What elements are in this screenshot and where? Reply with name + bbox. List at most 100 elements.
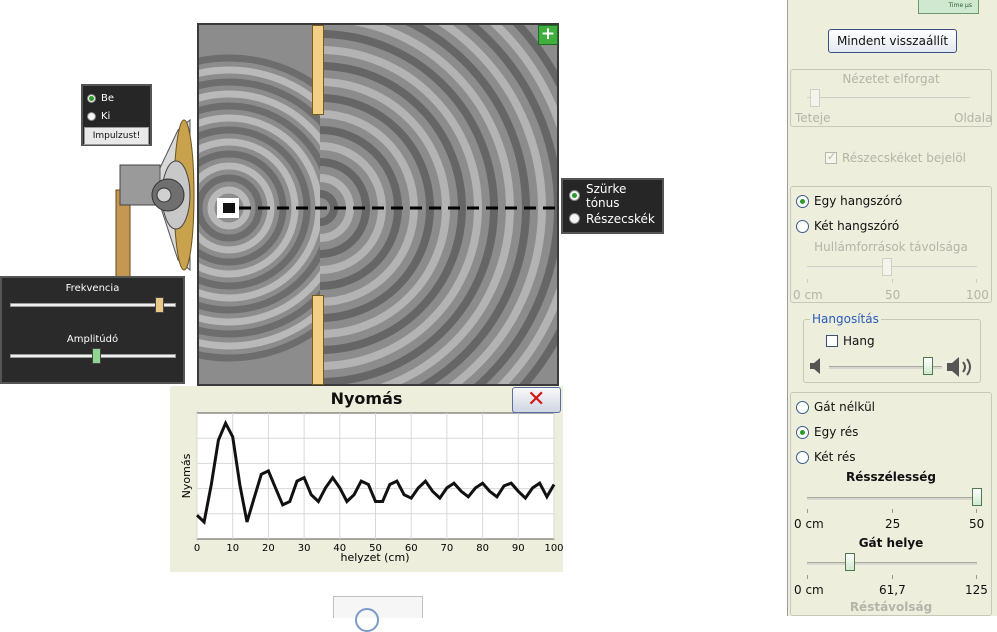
source-on-option[interactable]: Be: [83, 89, 150, 107]
two-speakers-option[interactable]: Két hangszóró: [796, 219, 899, 233]
view-grayscale-option[interactable]: Szürke tónus: [563, 181, 662, 210]
pressure-chart: 0 10 20 30 40 50 60 70 80 90 100 helyzet (cm) Nyom…: [180, 412, 563, 564]
no-barrier-option[interactable]: Gát nélkül: [796, 400, 875, 414]
rotate-max-label: Oldala: [954, 111, 993, 125]
no-barrier-label: Gát nélkül: [814, 400, 876, 414]
pulse-button[interactable]: Impulzust!: [84, 127, 149, 145]
chart-x-tick-label: 70: [441, 543, 454, 554]
clock-icon[interactable]: Time µs: [918, 0, 979, 14]
slit-separation-title: Réstávolság: [849, 600, 933, 614]
barrier-position-track[interactable]: [807, 562, 977, 565]
two-slits-option[interactable]: Két rés: [796, 450, 855, 464]
frequency-slider-track[interactable]: [10, 303, 176, 307]
view-mode-panel: Szürke tónus Részecskék: [561, 178, 664, 234]
slit-width-tick-mid: 25: [885, 517, 901, 531]
distance-tick-max: 100: [966, 288, 989, 302]
chart-x-tick-label: 100: [544, 543, 563, 554]
two-slits-label: Két rés: [814, 450, 856, 464]
source-off-option[interactable]: Ki: [83, 107, 150, 125]
tick: [976, 509, 977, 513]
position-tick-max: 125: [965, 583, 988, 597]
tick: [807, 575, 808, 579]
mark-particles-label: Részecskéket bejelöl: [842, 151, 967, 165]
frequency-slider-thumb[interactable]: [154, 297, 164, 313]
two-speakers-label: Két hangszóró: [814, 219, 900, 233]
barrier-bottom[interactable]: [312, 295, 324, 385]
speaker-loud-icon: [947, 357, 971, 377]
sound-checkbox-label: Hang: [843, 334, 875, 348]
rotate-view-title: Nézetet elforgat: [842, 72, 940, 86]
wave-field[interactable]: [197, 23, 559, 386]
chart-x-axis-label: helyzet (cm): [340, 551, 409, 564]
barrier-top[interactable]: [312, 25, 324, 115]
speaker-mute-icon: [810, 358, 820, 374]
chart-x-tick-label: 80: [476, 543, 489, 554]
source-distance-track: [807, 266, 977, 269]
radio-on-icon[interactable]: [87, 93, 96, 103]
chart-x-tick-label: 90: [512, 543, 525, 554]
close-x-icon: ✕: [527, 387, 546, 412]
tick: [892, 575, 893, 579]
slit-width-title: Résszélesség: [845, 470, 937, 484]
radio-particles-icon[interactable]: [569, 213, 580, 224]
radio-off-icon[interactable]: [87, 111, 96, 121]
wave-pattern: [199, 25, 557, 384]
source-on-label: Be: [101, 92, 115, 104]
chart-x-tick-label: 20: [262, 543, 275, 554]
radio-two-slits-icon[interactable]: [796, 450, 809, 464]
chart-y-axis-label: Nyomás: [180, 453, 193, 498]
radio-grayscale-icon[interactable]: [569, 190, 580, 201]
tick: [892, 279, 893, 283]
one-speaker-label: Egy hangszóró: [814, 194, 903, 208]
tick: [892, 509, 893, 513]
source-distance-thumb: [881, 258, 892, 276]
add-plus-button[interactable]: +: [538, 25, 558, 45]
rotate-min-label: Teteje: [795, 111, 831, 125]
sound-group-title: Hangosítás: [810, 312, 881, 326]
radio-two-speakers-icon[interactable]: [796, 219, 809, 233]
distance-tick-min: 0 cm: [793, 288, 823, 302]
position-tick-min: 0 cm: [794, 583, 824, 597]
slit-width-track[interactable]: [807, 497, 977, 500]
view-particles-label: Részecskék: [586, 211, 655, 226]
tick: [976, 279, 977, 283]
mark-particles-checkbox: [825, 150, 837, 164]
rotate-slider-thumb: [810, 89, 821, 107]
one-slit-option[interactable]: Egy rés: [796, 425, 858, 439]
view-grayscale-label: Szürke tónus: [586, 181, 627, 210]
source-off-label: Ki: [101, 110, 111, 122]
rotate-slider-track: [807, 97, 970, 100]
tick: [807, 509, 808, 513]
barrier-position-thumb[interactable]: [844, 553, 855, 571]
radio-no-barrier-icon[interactable]: [796, 400, 809, 414]
wave-controls-panel: Frekvencia Amplitúdó: [0, 276, 185, 384]
source-distance-title: Hullámforrások távolsága: [814, 240, 968, 254]
slit-width-tick-max: 50: [969, 517, 985, 531]
circle-icon: [355, 608, 379, 632]
chart-x-tick-label: 30: [298, 543, 311, 554]
position-tick-mid: 61,7: [879, 583, 906, 597]
distance-tick-mid: 50: [885, 288, 901, 302]
bottom-tab[interactable]: [333, 596, 423, 632]
close-chart-button[interactable]: ✕: [512, 387, 561, 413]
sound-checkbox[interactable]: [826, 335, 838, 347]
chart-x-tick-label: 10: [226, 543, 239, 554]
amplitude-label: Amplitúdó: [66, 334, 119, 345]
barrier-position-title: Gát helye: [858, 536, 924, 550]
frequency-label: Frekvencia: [65, 283, 120, 294]
volume-slider-thumb[interactable]: [923, 357, 934, 375]
view-particles-option[interactable]: Részecskék: [563, 207, 662, 230]
radio-one-speaker-icon[interactable]: [796, 194, 809, 208]
one-slit-label: Egy rés: [814, 425, 859, 439]
one-speaker-option[interactable]: Egy hangszóró: [796, 194, 902, 208]
amplitude-slider-thumb[interactable]: [91, 348, 101, 364]
reset-all-button[interactable]: Mindent visszaállít: [828, 29, 957, 53]
source-mode-panel: Be Ki Impulzust!: [81, 84, 152, 146]
tick: [976, 575, 977, 579]
slit-width-thumb[interactable]: [972, 488, 982, 506]
pressure-chart-panel: Nyomás 0 10 20 30 40 50 60 70 80 90 100 helyzet (c…: [170, 386, 563, 572]
slit-width-tick-min: 0 cm: [794, 517, 824, 531]
chart-x-tick-label: 0: [194, 543, 200, 554]
radio-one-slit-icon[interactable]: [796, 425, 809, 439]
tick: [807, 279, 808, 283]
